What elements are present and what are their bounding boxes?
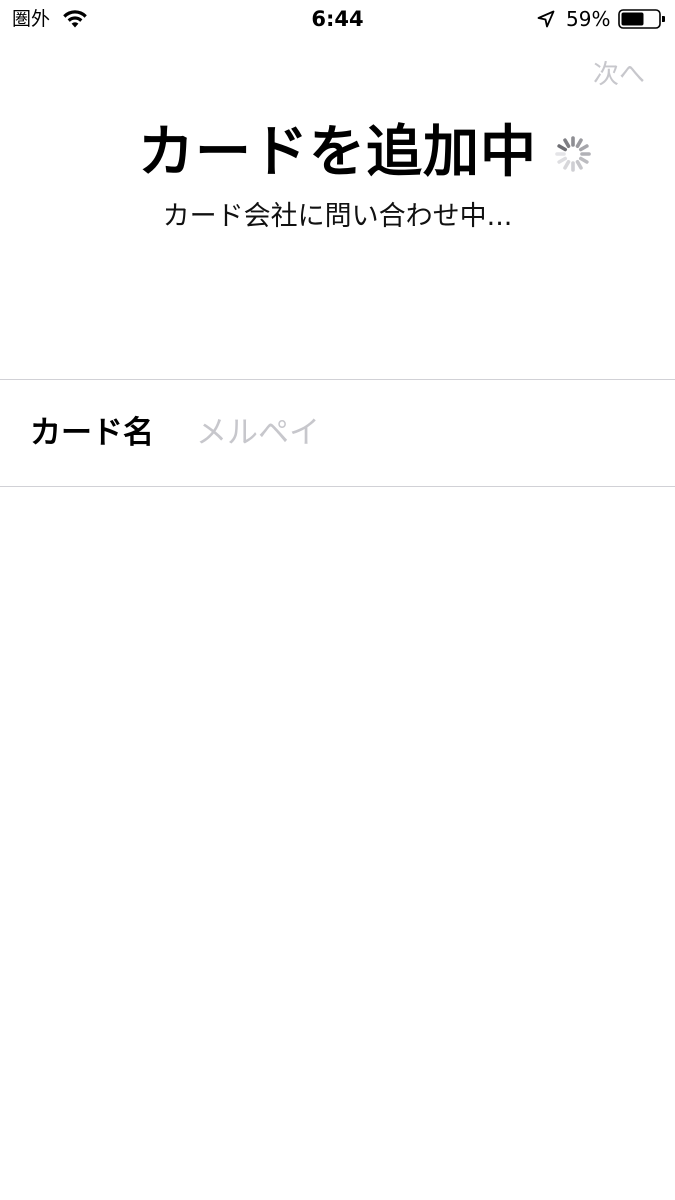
field-bottom-separator (0, 486, 675, 487)
card-name-row[interactable]: カード名 (0, 380, 675, 486)
battery-percentage: 59% (566, 7, 611, 31)
location-arrow-icon (537, 10, 555, 28)
title-row: カードを追加中 (0, 118, 675, 188)
card-name-label: カード名 (30, 415, 154, 451)
page-title: カードを追加中 (138, 120, 537, 185)
next-button[interactable]: 次へ (593, 59, 645, 91)
status-bar: 圏外 6:44 59% (0, 0, 675, 38)
card-name-input[interactable] (196, 411, 636, 455)
battery-icon (618, 9, 665, 29)
status-subtitle: カード会社に問い合わせ中... (162, 201, 513, 232)
activity-spinner-icon (555, 136, 591, 172)
